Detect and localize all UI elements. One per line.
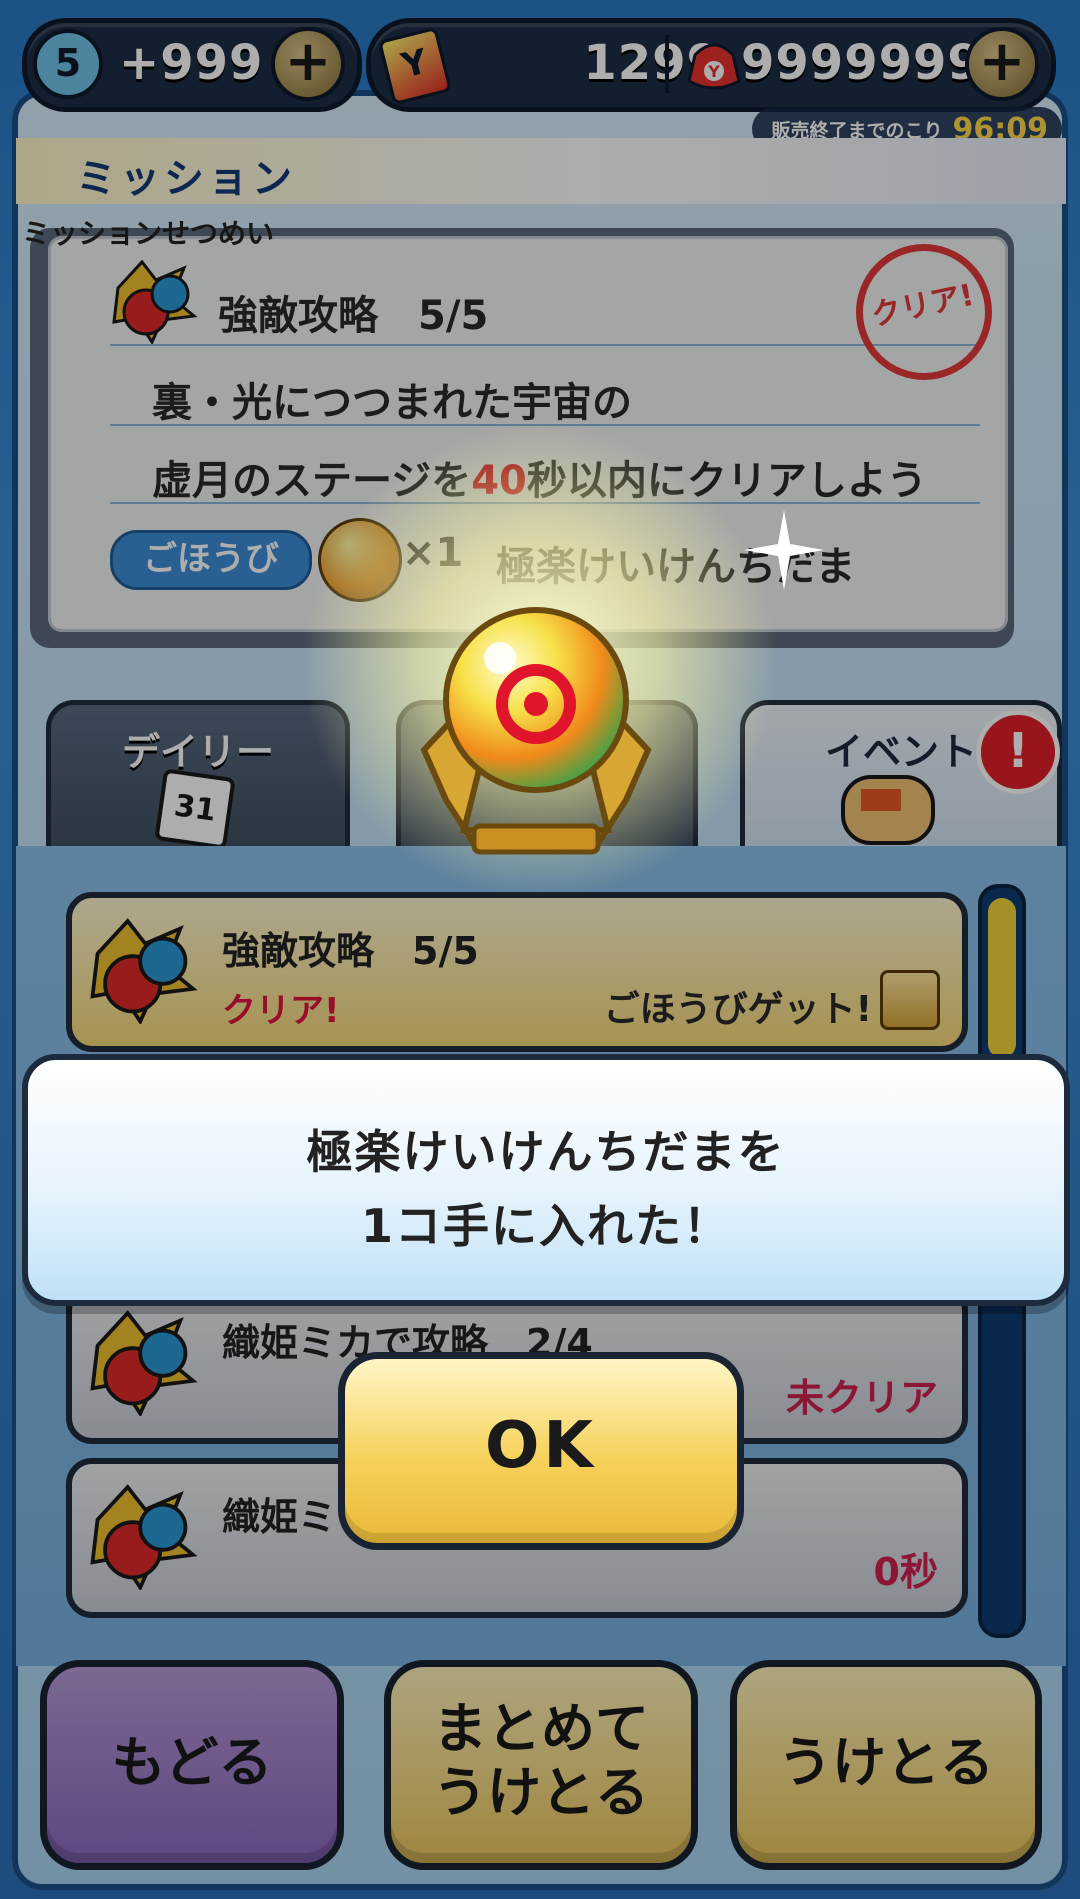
reward-orb-icon	[404, 600, 668, 860]
ok-button[interactable]: OK	[338, 1352, 744, 1550]
ok-button-label: OK	[485, 1409, 597, 1483]
reward-dialog: 極楽けいけんちだまを 1コ手に入れた！	[22, 1054, 1070, 1306]
sparkle-icon	[744, 510, 824, 590]
modal-dim-overlay	[0, 0, 1080, 1899]
dialog-message-line-2: 1コ手に入れた！	[360, 1199, 731, 1253]
dialog-message-line-1: 極楽けいけんちだまを	[306, 1125, 786, 1179]
